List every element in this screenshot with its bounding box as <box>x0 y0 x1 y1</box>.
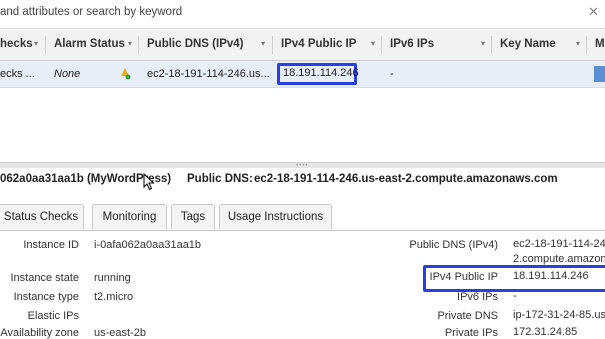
sort-caret-icon[interactable]: ▾ <box>128 39 132 48</box>
field-label-availability-zone: Availability zone <box>0 327 79 339</box>
tab-monitoring[interactable]: Monitoring <box>92 204 167 229</box>
sort-caret-icon[interactable]: ▾ <box>576 39 580 48</box>
field-value-instance-state: running <box>94 272 131 284</box>
cell-ipv4-public-ip: 18.191.114.246 <box>283 67 359 79</box>
field-value-instance-id: i-0afa062a0aa31aa1b <box>94 239 202 251</box>
field-value-private-ips: 172.31.24.85 <box>513 326 578 338</box>
column-divider <box>381 36 382 54</box>
column-divider <box>491 36 492 54</box>
ipv4-highlight-box: 18.191.114.246 <box>277 63 359 85</box>
field-value-ipv6-ips: - <box>513 290 517 302</box>
tab-status-checks[interactable]: Status Checks <box>0 204 84 229</box>
table-header: hecks ▾ Alarm Status ▾ Public DNS (IPv4)… <box>0 30 605 61</box>
field-label-ipv4-public-ip: IPv4 Public IP <box>429 271 498 283</box>
field-label-private-dns: Private DNS <box>437 310 498 322</box>
public-dns-value: ec2-18-191-114-246.us-east-2.compute.ama… <box>254 173 558 185</box>
cell-public-dns: ec2-18-191-114-246.us... <box>147 68 270 80</box>
column-header-checks[interactable]: hecks <box>0 38 33 50</box>
sort-caret-icon[interactable]: ▾ <box>481 39 485 48</box>
field-label-instance-state: Instance state <box>10 272 80 284</box>
field-value-public-dns-ipv4-cont: 2.compute.amazona <box>513 253 605 265</box>
field-value-private-dns: ip-172-31-24-85.us- <box>513 309 605 321</box>
tab-label: Monitoring <box>102 211 157 223</box>
search-bar[interactable]: and attributes or search by keyword ✕ <box>0 0 605 29</box>
detail-tabs: Status Checks Monitoring Tags Usage Inst… <box>0 200 605 231</box>
field-label-public-dns-ipv4: Public DNS (IPv4) <box>409 239 498 251</box>
tab-label: Usage Instructions <box>227 211 324 223</box>
mouse-cursor-icon <box>143 173 155 191</box>
column-header-key-name[interactable]: Key Name <box>500 38 556 50</box>
search-input[interactable]: and attributes or search by keyword <box>0 6 182 18</box>
field-label-instance-type: Instance type <box>13 291 79 303</box>
column-header-monitoring[interactable]: Mo <box>595 38 605 50</box>
column-divider <box>45 36 46 54</box>
column-header-public-dns[interactable]: Public DNS (IPv4) <box>147 38 244 50</box>
cell-status-checks: ecks ... <box>0 68 35 80</box>
field-value-instance-type: t2.micro <box>94 291 134 303</box>
field-value-ipv4-public-ip: 18.191.114.246 <box>513 270 589 282</box>
sort-caret-icon[interactable]: ▾ <box>34 39 38 48</box>
public-dns-label: Public DNS: <box>187 173 253 185</box>
field-value-public-dns-ipv4: ec2-18-191-114-246.us- <box>513 238 605 250</box>
column-header-alarm-status[interactable]: Alarm Status <box>54 38 125 50</box>
detail-header: 062a0aa31aa1b (MyWordPress) Public DNS: … <box>0 168 605 192</box>
tab-usage-instructions[interactable]: Usage Instructions <box>219 204 332 229</box>
field-label-private-ips: Private IPs <box>444 327 498 339</box>
field-label-ipv6-ips: IPv6 IPs <box>457 291 498 303</box>
field-label-elastic-ips: Elastic IPs <box>27 310 79 322</box>
column-header-ipv4-public-ip[interactable]: IPv4 Public IP <box>281 38 356 50</box>
alarm-bell-icon[interactable] <box>118 66 132 80</box>
column-header-ipv6-ips[interactable]: IPv6 IPs <box>390 38 434 50</box>
column-divider <box>586 36 587 54</box>
table-empty-area <box>0 88 605 162</box>
cell-alarm-status: None <box>54 68 81 80</box>
sort-caret-icon[interactable]: ▾ <box>371 39 375 48</box>
sort-caret-icon[interactable]: ▾ <box>261 39 265 48</box>
cell-ipv6: - <box>390 68 394 80</box>
close-icon[interactable]: ✕ <box>588 4 599 20</box>
field-label-instance-id: Instance ID <box>23 239 79 251</box>
tab-tags[interactable]: Tags <box>171 204 215 229</box>
tab-label: Status Checks <box>3 211 79 223</box>
row-monitoring-indicator <box>594 66 605 82</box>
column-divider <box>138 36 139 54</box>
tab-label: Tags <box>180 211 206 223</box>
column-divider <box>272 36 273 54</box>
field-value-availability-zone: us-east-2b <box>94 327 146 339</box>
